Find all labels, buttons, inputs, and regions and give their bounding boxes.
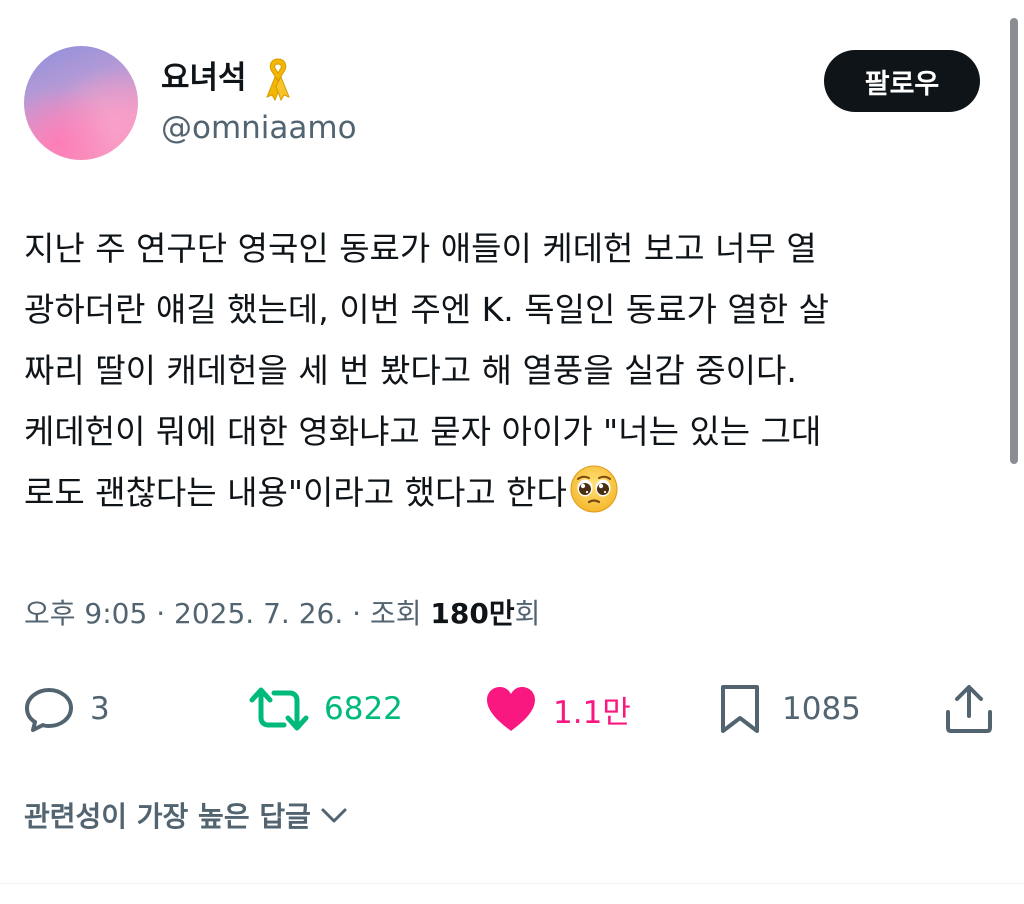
- scrollbar[interactable]: [1010, 18, 1018, 464]
- tweet-header: 요녀석 @omniaamo 팔로우: [24, 46, 980, 162]
- share-button[interactable]: [942, 674, 996, 744]
- views-prefix: 조회: [369, 597, 422, 630]
- views-count[interactable]: 180만: [430, 597, 514, 630]
- pleading-face-emoji: [570, 465, 618, 513]
- reply-count: 3: [90, 691, 110, 727]
- share-icon: [946, 685, 992, 733]
- tweet-text: 지난 주 연구단 영국인 동료가 애들이 케데헌 보고 너무 열 광하더란 얘길…: [24, 218, 1004, 523]
- like-button[interactable]: 1.1만: [483, 674, 631, 744]
- action-bar: 3 6822 1.1만 1085: [0, 674, 1024, 744]
- bookmark-count: 1085: [782, 691, 861, 727]
- bookmark-button[interactable]: 1085: [718, 674, 861, 744]
- tweet-line: 광하더란 얘길 했는데, 이번 주엔 K. 독일인 동료가 열한 살: [24, 290, 829, 329]
- reply-icon: [25, 688, 73, 732]
- meta-separator: ·: [352, 597, 362, 630]
- heart-icon: [487, 687, 535, 731]
- tweet-line: 지난 주 연구단 영국인 동료가 애들이 케데헌 보고 너무 열: [24, 229, 817, 268]
- retweet-count: 6822: [324, 691, 403, 727]
- tweet-meta: 오후 9:05 · 2025. 7. 26. · 조회 180만회: [24, 592, 540, 636]
- reply-sort-selector[interactable]: 관련성이 가장 높은 답글: [24, 790, 349, 840]
- reply-sort-label: 관련성이 가장 높은 답글: [24, 800, 311, 833]
- user-handle[interactable]: @omniaamo: [161, 108, 357, 148]
- views-suffix: 회: [514, 597, 541, 630]
- reply-button[interactable]: 3: [22, 674, 110, 744]
- retweet-button[interactable]: 6822: [248, 674, 403, 744]
- tweet-line: 케데헌이 뭐에 대한 영화냐고 묻자 아이가 "너는 있는 그대: [24, 412, 822, 451]
- yellow-ribbon-icon: [265, 58, 290, 101]
- tweet-last-line: 로도 괜찮다는 내용"이라고 했다고 한다: [24, 462, 1004, 523]
- chevron-down-icon: [321, 808, 347, 823]
- tweet-line: 로도 괜찮다는 내용"이라고 했다고 한다: [24, 473, 567, 512]
- tweet-time[interactable]: 오후 9:05: [24, 597, 147, 630]
- bookmark-icon: [721, 685, 759, 733]
- avatar[interactable]: [24, 46, 138, 160]
- retweet-icon: [249, 687, 309, 731]
- display-name-row: 요녀석: [161, 56, 357, 101]
- divider: [0, 883, 1024, 884]
- tweet-date[interactable]: 2025. 7. 26.: [174, 597, 343, 630]
- tweet-line: 짜리 딸이 캐데헌을 세 번 봤다고 해 열풍을 실감 중이다.: [24, 351, 797, 390]
- meta-separator: ·: [156, 597, 166, 630]
- like-count: 1.1만: [553, 694, 631, 731]
- user-block: 요녀석 @omniaamo: [161, 56, 357, 148]
- display-name[interactable]: 요녀석: [161, 56, 247, 100]
- follow-button[interactable]: 팔로우: [824, 50, 980, 112]
